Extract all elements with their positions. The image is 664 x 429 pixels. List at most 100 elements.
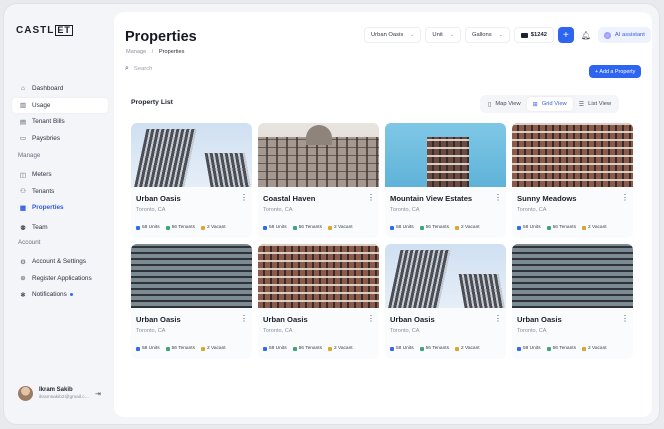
- user-profile[interactable]: Ikram Sakib ikramsakib2@gmail.c...: [18, 386, 89, 401]
- ai-assistant-button[interactable]: AI assistant: [597, 27, 651, 43]
- more-options-icon[interactable]: ⋮: [367, 193, 375, 202]
- sidebar-item-team[interactable]: ⚉ Team: [12, 220, 108, 235]
- plus-icon[interactable]: +: [557, 27, 574, 43]
- more-options-icon[interactable]: ⋮: [240, 193, 248, 202]
- property-card[interactable]: Urban Oasis ⋮ Toronto, CA 58 Units 56 Te…: [258, 244, 379, 359]
- sidebar-item-account-settings[interactable]: ⚙ Account & Settings: [12, 254, 108, 269]
- map-view-button[interactable]: ▯ Map View: [482, 97, 527, 111]
- grid-view-button[interactable]: ⊞ Grid View: [526, 97, 573, 111]
- more-options-icon[interactable]: ⋮: [621, 193, 629, 202]
- more-options-icon[interactable]: ⋮: [494, 193, 502, 202]
- ai-spark-icon: [603, 31, 611, 39]
- property-select[interactable]: Urban Oasis ⌄: [364, 27, 422, 43]
- sidebar-item-tenants[interactable]: ⚇ Tenants: [12, 184, 108, 199]
- tenants-icon: [419, 346, 424, 351]
- breadcrumb-manage[interactable]: Manage: [126, 49, 146, 55]
- sidebar-item-payments[interactable]: ▭ Paysbries: [12, 131, 108, 146]
- property-image: [385, 123, 506, 187]
- notification-dot: [69, 293, 73, 296]
- property-name: Urban Oasis: [263, 315, 308, 324]
- view-switcher: ▯ Map View ⊞ Grid View ☰ List View: [480, 95, 620, 113]
- logo[interactable]: CASTL ET: [16, 25, 73, 36]
- units-icon: [517, 225, 521, 230]
- more-options-icon[interactable]: ⋮: [367, 314, 375, 323]
- property-name: Urban Oasis: [136, 315, 181, 324]
- property-image: [512, 244, 633, 308]
- property-name: Coastal Haven: [263, 194, 316, 203]
- tenants-icon: [292, 225, 297, 230]
- bell-icon[interactable]: 🔔︎: [580, 27, 592, 43]
- property-card[interactable]: Coastal Haven ⋮ Toronto, CA 58 Units 56 …: [258, 123, 379, 238]
- sidebar-item-properties[interactable]: ▦ Properties: [12, 200, 108, 215]
- manage-nav: ◫ Meters ⚇ Tenants ▦ Properties ⚉ Team: [12, 167, 108, 237]
- property-location: Toronto, CA: [517, 328, 547, 334]
- tenants-icon: [546, 225, 551, 230]
- property-location: Toronto, CA: [136, 328, 166, 334]
- vacant-icon: [455, 225, 459, 230]
- wallet-icon: [520, 32, 528, 38]
- property-image: [131, 123, 252, 187]
- units-icon: [263, 346, 267, 351]
- property-name: Urban Oasis: [517, 315, 562, 324]
- property-name: Mountain View Estates: [390, 194, 473, 203]
- vacant-icon: [455, 346, 459, 351]
- more-options-icon[interactable]: ⋮: [494, 314, 502, 323]
- units-icon: [136, 346, 140, 351]
- sidebar-item-usage[interactable]: ▥ Usage: [12, 97, 108, 113]
- page-title: Properties: [125, 29, 197, 45]
- property-card[interactable]: Sunny Meadows ⋮ Toronto, CA 58 Units 56 …: [512, 123, 633, 238]
- notification-icon: ✱: [20, 291, 26, 299]
- meter-icon: ◫: [19, 171, 27, 179]
- property-name: Sunny Meadows: [517, 194, 577, 203]
- units-icon: [517, 346, 521, 351]
- property-grid: Urban Oasis ⋮ Toronto, CA 58 Units 56 Te…: [131, 123, 633, 359]
- search-bar[interactable]: ⌕ Search: [125, 65, 152, 73]
- property-location: Toronto, CA: [517, 207, 547, 213]
- sidebar-item-notifications[interactable]: ✱ Notifications: [12, 287, 108, 302]
- property-image: [131, 244, 252, 308]
- more-options-icon[interactable]: ⋮: [621, 314, 629, 323]
- balance-badge[interactable]: $1242: [513, 27, 554, 43]
- measure-select[interactable]: Gallons ⌄: [464, 27, 510, 43]
- sidebar-item-dashboard[interactable]: ⌂ Dashboard: [12, 81, 108, 96]
- breadcrumb-properties: Properties: [158, 49, 185, 55]
- property-card[interactable]: Urban Oasis ⋮ Toronto, CA 58 Units 56 Te…: [131, 123, 252, 238]
- building-icon: ▦: [19, 204, 27, 212]
- logout-icon[interactable]: ⇥: [95, 390, 101, 398]
- avatar: [18, 386, 33, 401]
- property-stats: 58 Units 56 Tenants 2 Vacant: [517, 346, 613, 351]
- list-icon: ☰: [578, 101, 585, 108]
- units-icon: [263, 225, 267, 230]
- property-location: Toronto, CA: [263, 207, 293, 213]
- main-panel: Properties Manage / Properties Urban Oas…: [114, 12, 652, 417]
- property-image: [385, 244, 506, 308]
- property-card[interactable]: Mountain View Estates ⋮ Toronto, CA 58 U…: [385, 123, 506, 238]
- tenants-icon: [292, 346, 297, 351]
- property-image: [512, 123, 633, 187]
- user-name: Ikram Sakib: [39, 387, 73, 393]
- unit-select[interactable]: Unit ⌄: [425, 27, 461, 43]
- register-icon: ⊕: [20, 275, 26, 282]
- search-icon: ⌕: [125, 65, 129, 72]
- sidebar-item-tenant-bills[interactable]: ▤ Tenant Bills: [12, 114, 108, 129]
- list-view-button[interactable]: ☰ List View: [573, 97, 617, 111]
- units-icon: [390, 225, 394, 230]
- vacant-icon: [328, 225, 332, 230]
- sidebar-item-meters[interactable]: ◫ Meters: [12, 167, 108, 182]
- property-card[interactable]: Urban Oasis ⋮ Toronto, CA 58 Units 56 Te…: [385, 244, 506, 359]
- property-card[interactable]: Urban Oasis ⋮ Toronto, CA 58 Units 56 Te…: [512, 244, 633, 359]
- units-icon: [136, 225, 140, 230]
- chevron-down-icon: ⌄: [498, 32, 503, 38]
- more-options-icon[interactable]: ⋮: [240, 314, 248, 323]
- sidebar-item-register-applications[interactable]: ⊕ Register Applications: [12, 271, 108, 286]
- settings-icon: ⚙: [20, 258, 26, 266]
- property-card[interactable]: Urban Oasis ⋮ Toronto, CA 58 Units 56 Te…: [131, 244, 252, 359]
- top-controls: Urban Oasis ⌄ Unit ⌄ Gallons ⌄ $1242 + 🔔︎ A…: [364, 27, 651, 43]
- property-stats: 58 Units 56 Tenants 2 Vacant: [136, 225, 232, 230]
- tenants-icon: [419, 225, 424, 230]
- add-property-button[interactable]: + Add a Property: [589, 65, 642, 78]
- tenants-icon: [165, 346, 170, 351]
- user-email: ikramsakib2@gmail.c...: [39, 395, 89, 400]
- search-input[interactable]: Search: [134, 66, 152, 72]
- vacant-icon: [328, 346, 332, 351]
